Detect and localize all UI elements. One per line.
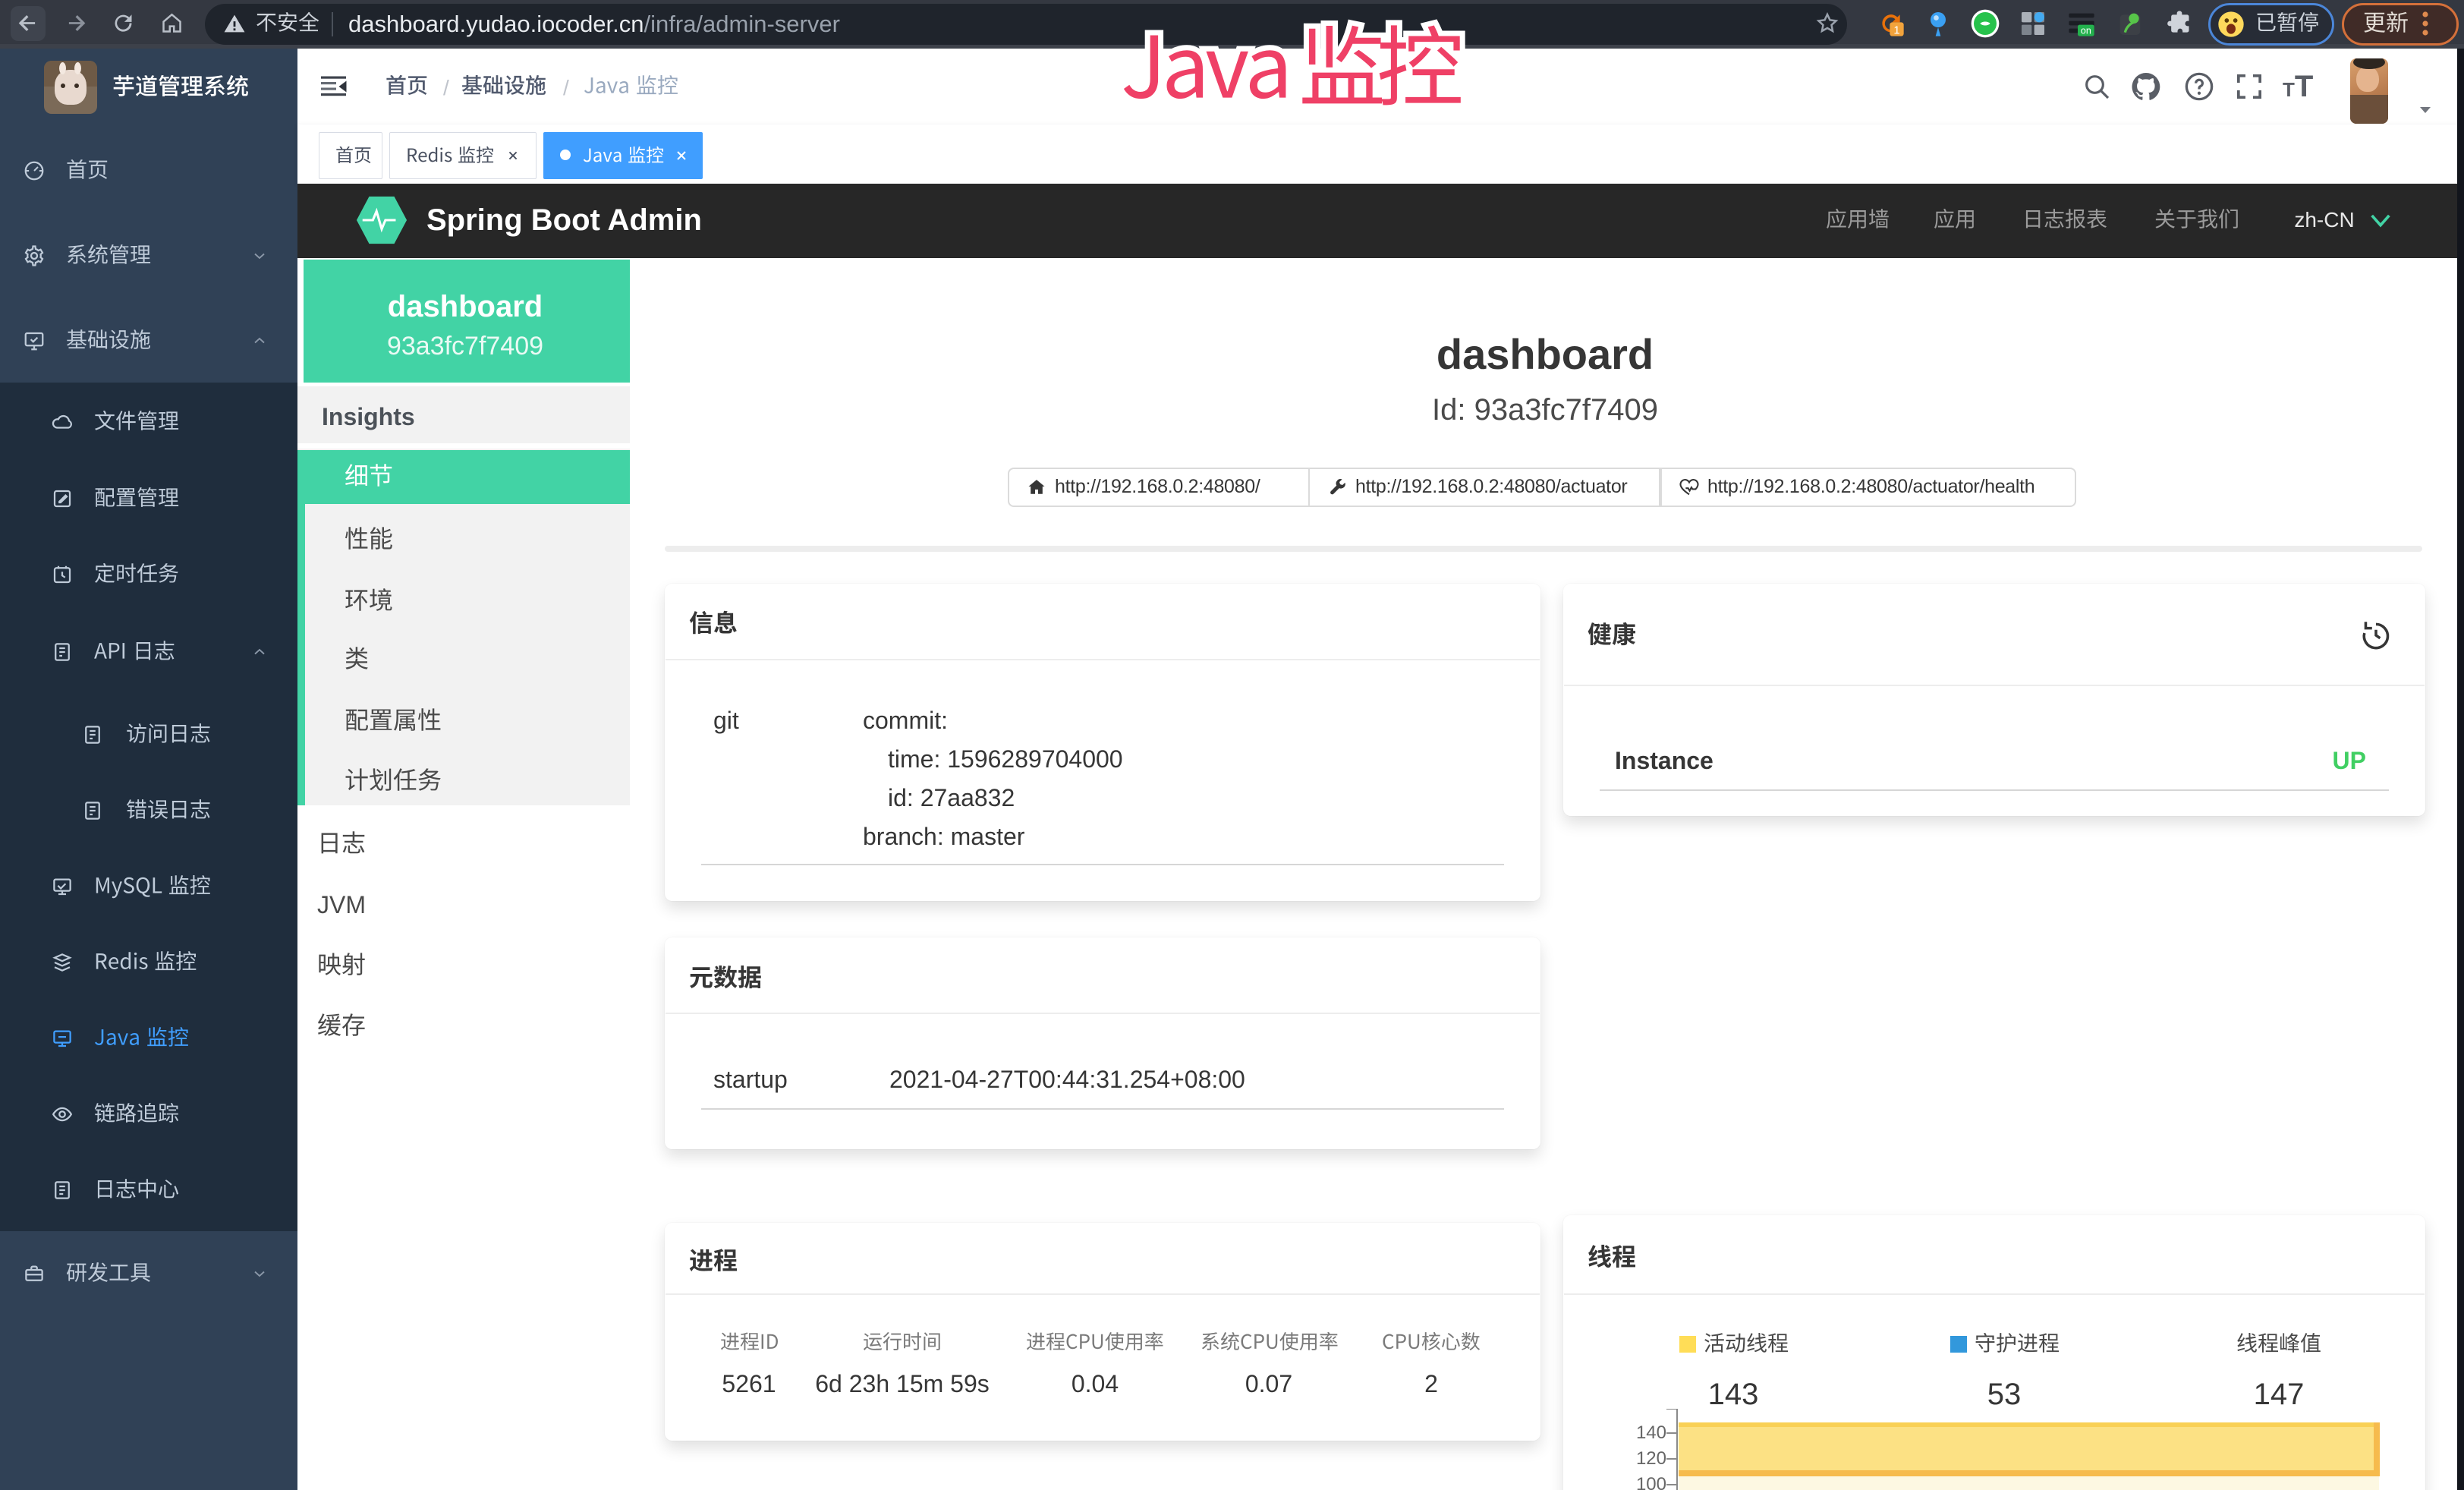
svg-text:on: on [2081,25,2091,36]
svg-text:1: 1 [1893,24,1899,36]
